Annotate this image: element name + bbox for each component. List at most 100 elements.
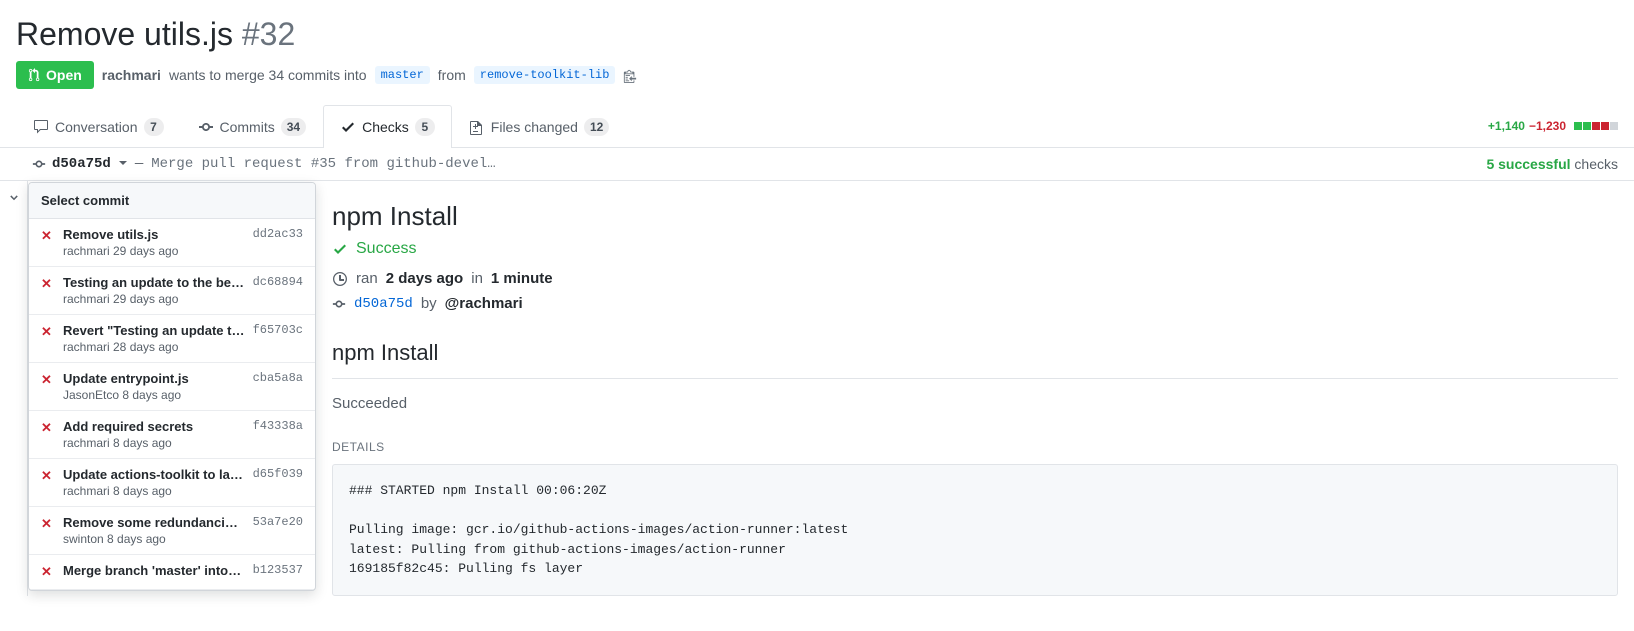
x-icon: ✕ [41, 371, 55, 389]
commit-item-sha: dd2ac33 [253, 227, 303, 241]
commit-item-sha: b123537 [253, 563, 303, 577]
commit-item-sub: rachmari 29 days ago [63, 244, 245, 258]
commit-icon [332, 297, 346, 311]
tab-commits-label: Commits [220, 119, 275, 135]
tab-commits-count: 34 [281, 118, 306, 136]
commit-item-title: Merge branch 'master' into rem… [63, 563, 245, 578]
ran-ago: 2 days ago [386, 270, 464, 287]
x-icon: ✕ [41, 515, 55, 533]
commit-select-item[interactable]: ✕ Update entrypoint.js JasonEtco 8 days … [29, 363, 315, 411]
dropdown-header: Select commit [29, 183, 315, 219]
check-succeeded: Succeeded [332, 395, 1618, 412]
tab-checks-label: Checks [362, 119, 409, 135]
commit-icon [32, 157, 46, 171]
check-icon [332, 241, 348, 257]
commit-item-sub: rachmari 28 days ago [63, 340, 245, 354]
commit-item-sha: dc68894 [253, 275, 303, 289]
diff-deletions: −1,230 [1529, 119, 1566, 133]
tab-commits[interactable]: Commits 34 [181, 105, 324, 148]
tab-files-count: 12 [584, 118, 609, 136]
pr-author[interactable]: rachmari [102, 67, 161, 83]
tab-files-label: Files changed [491, 119, 578, 135]
commit-item-title: Update actions-toolkit to latest … [63, 467, 245, 482]
pr-from-text: from [438, 67, 466, 83]
tab-files[interactable]: Files changed 12 [452, 105, 627, 148]
commit-item-sha: f65703c [253, 323, 303, 337]
head-branch[interactable]: remove-toolkit-lib [474, 66, 616, 84]
commit-select-item[interactable]: ✕ Remove utils.js rachmari 29 days ago d… [29, 219, 315, 267]
commit-sha-selector[interactable]: d50a75d [32, 156, 127, 172]
tab-checks-count: 5 [415, 118, 435, 136]
pr-title-text: Remove utils.js [16, 16, 233, 52]
commit-select-item[interactable]: ✕ Remove some redundancies be… swinton 8… [29, 507, 315, 555]
pr-state-badge: Open [16, 61, 94, 89]
check-status: Success [332, 240, 1618, 258]
checks-success-count: 5 successful [1486, 156, 1570, 172]
check-commit-info: d50a75d by @rachmari [332, 295, 1618, 312]
ran-prefix: ran [356, 270, 378, 287]
commit-item-sub: rachmari 8 days ago [63, 436, 245, 450]
commit-item-title: Update entrypoint.js [63, 371, 245, 386]
x-icon: ✕ [41, 563, 55, 581]
chevron-down-icon [117, 156, 127, 172]
collapse-gutter[interactable] [0, 181, 28, 596]
log-output[interactable]: ### STARTED npm Install 00:06:20Z Pullin… [332, 464, 1618, 596]
commit-item-sub: rachmari 8 days ago [63, 484, 245, 498]
commit-item-sha: cba5a8a [253, 371, 303, 385]
commit-item-sha: d65f039 [253, 467, 303, 481]
check-name: npm Install [332, 201, 1618, 232]
check-commit-sha[interactable]: d50a75d [354, 296, 413, 312]
pr-tabnav: Conversation 7 Commits 34 Checks 5 Files… [0, 105, 1634, 148]
copy-icon[interactable] [623, 67, 637, 83]
checks-icon [340, 119, 356, 135]
commit-item-title: Add required secrets [63, 419, 245, 434]
comment-icon [33, 119, 49, 135]
clock-icon [332, 271, 348, 287]
base-branch[interactable]: master [375, 66, 430, 84]
commit-select-item[interactable]: ✕ Add required secrets rachmari 8 days a… [29, 411, 315, 459]
details-label: DETAILS [332, 440, 1618, 454]
pr-merge-text: wants to merge 34 commits into [169, 67, 367, 83]
diff-additions: +1,140 [1488, 119, 1525, 133]
check-status-text: Success [356, 240, 416, 258]
x-icon: ✕ [41, 467, 55, 485]
check-step-title: npm Install [332, 320, 1618, 379]
commit-item-title: Remove some redundancies be… [63, 515, 245, 530]
checks-summary: 5 successful checks [1486, 156, 1618, 172]
pr-title: Remove utils.js #32 [16, 16, 295, 53]
commit-item-sub: swinton 8 days ago [63, 532, 245, 546]
commit-item-sha: 53a7e20 [253, 515, 303, 529]
commit-item-sha: f43338a [253, 419, 303, 433]
ran-in: in [471, 270, 483, 287]
check-timing: ran 2 days ago in 1 minute [332, 270, 1618, 287]
git-pull-request-icon [28, 68, 42, 82]
commit-item-title: Revert "Testing an update to th… [63, 323, 245, 338]
commit-item-sub: rachmari 29 days ago [63, 292, 245, 306]
tab-conversation-count: 7 [144, 118, 164, 136]
pr-number: #32 [242, 16, 295, 52]
file-diff-icon [469, 119, 485, 135]
dash: — [135, 156, 143, 172]
tab-conversation[interactable]: Conversation 7 [16, 105, 181, 148]
diff-blocks [1574, 122, 1618, 130]
commit-select-item[interactable]: ✕ Revert "Testing an update to th… rachm… [29, 315, 315, 363]
tab-checks[interactable]: Checks 5 [323, 105, 452, 148]
commit-item-sub: JasonEtco 8 days ago [63, 388, 245, 402]
x-icon: ✕ [41, 275, 55, 293]
commit-bar: d50a75d — Merge pull request #35 from gi… [0, 148, 1634, 181]
commit-select-item[interactable]: ✕ Testing an update to the beta ve… rach… [29, 267, 315, 315]
commit-sha-text: d50a75d [52, 156, 111, 172]
tab-conversation-label: Conversation [55, 119, 138, 135]
commit-select-item[interactable]: ✕ Update actions-toolkit to latest … rac… [29, 459, 315, 507]
checks-success-suffix: checks [1571, 156, 1618, 172]
commit-message: Merge pull request #35 from github-devel… [151, 156, 495, 172]
x-icon: ✕ [41, 227, 55, 245]
commit-item-title: Testing an update to the beta ve… [63, 275, 245, 290]
commit-select-item[interactable]: ✕ Merge branch 'master' into rem… b12353… [29, 555, 315, 590]
by-text: by [421, 295, 437, 312]
ran-duration: 1 minute [491, 270, 553, 287]
check-actor[interactable]: @rachmari [445, 295, 523, 312]
x-icon: ✕ [41, 419, 55, 437]
chevron-down-icon [8, 192, 20, 204]
x-icon: ✕ [41, 323, 55, 341]
